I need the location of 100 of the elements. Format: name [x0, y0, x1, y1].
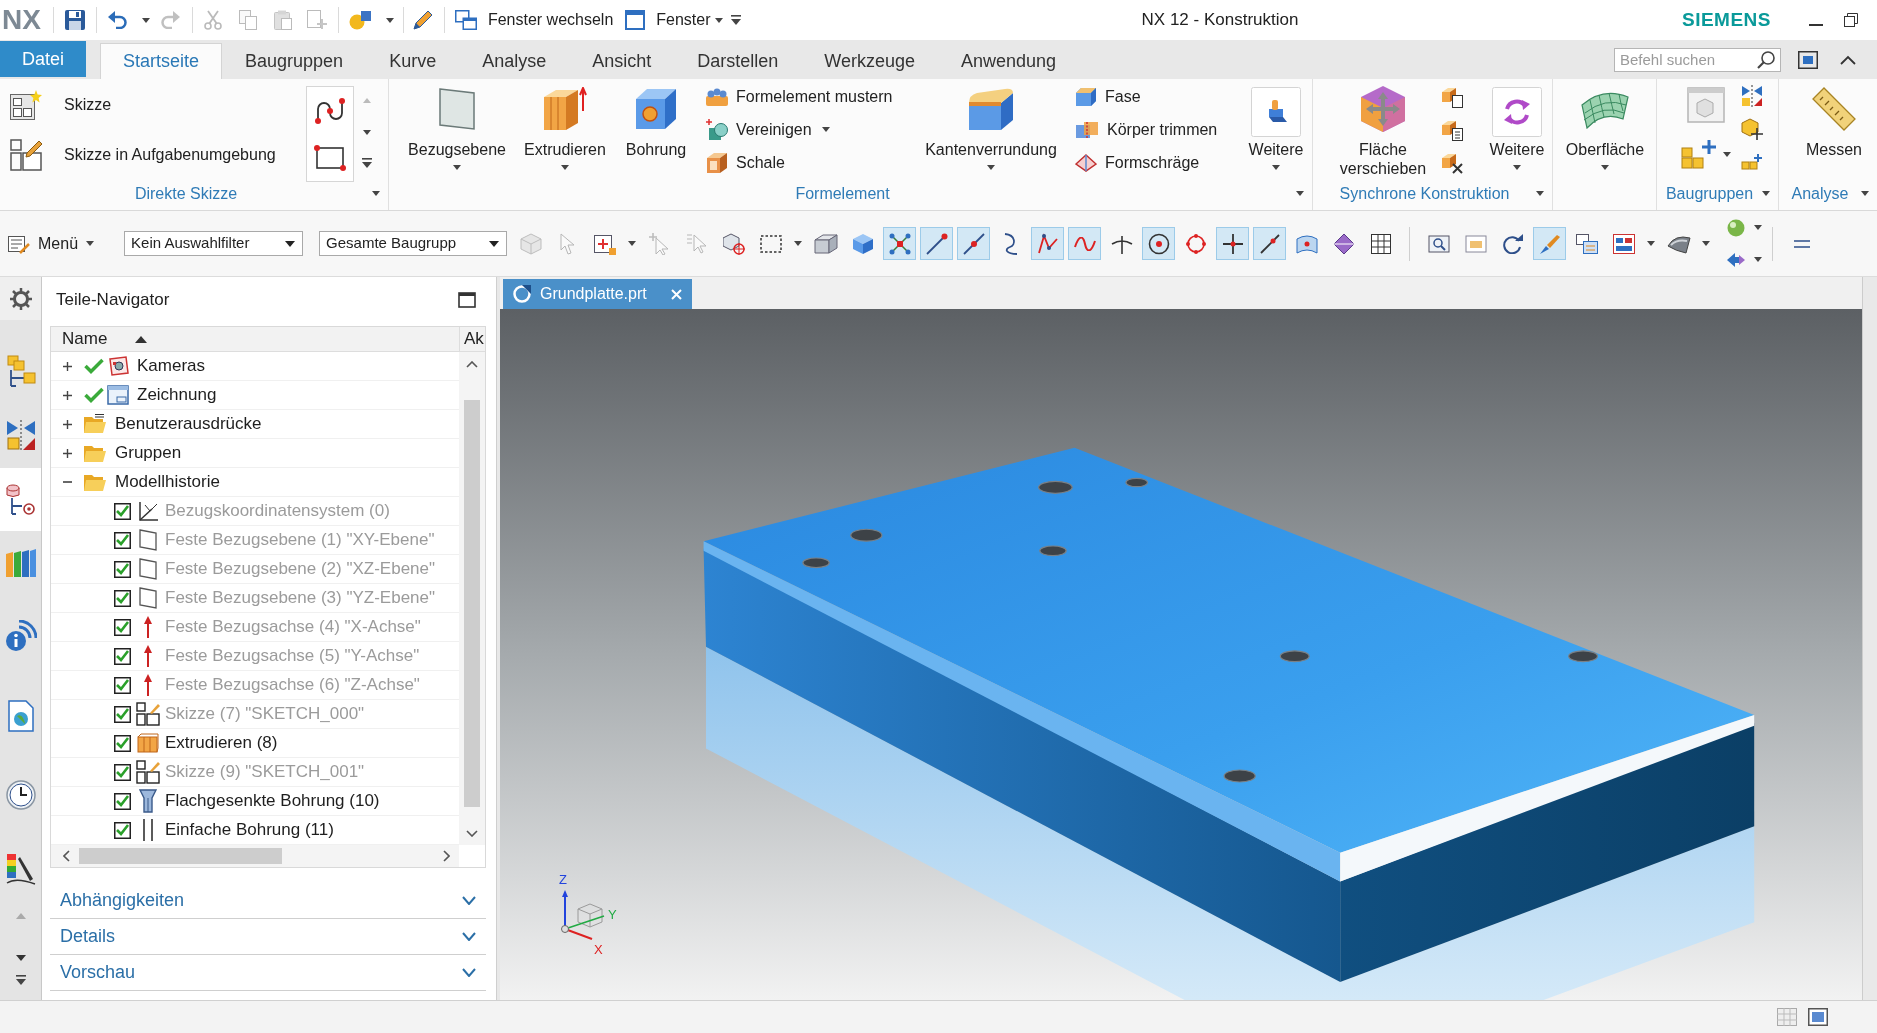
hexagon-plus-icon[interactable]	[1741, 117, 1763, 140]
ribbon-tab[interactable]: Baugruppen	[222, 43, 367, 79]
ribbon-command[interactable]: Körper trimmen	[1075, 117, 1218, 142]
chevron-up-icon[interactable]	[1840, 54, 1856, 65]
checkbox[interactable]	[114, 531, 131, 549]
shapes-icon[interactable]	[348, 10, 371, 30]
checkbox[interactable]	[114, 676, 131, 694]
expand-icon[interactable]	[62, 448, 72, 458]
checkbox[interactable]	[114, 792, 131, 810]
caret-icon[interactable]	[821, 127, 830, 132]
tree-node-label[interactable]: Benutzerausdrücke	[115, 411, 262, 437]
cube-page-icon[interactable]	[1441, 118, 1463, 141]
ribbon-command[interactable]: Skizze in Aufgabenumgebung	[10, 139, 276, 171]
graphics-viewport[interactable]: Z Y X	[500, 309, 1862, 1000]
ribbon-command[interactable]: Formschräge	[1075, 150, 1200, 175]
customize-caret-icon[interactable]	[730, 15, 741, 25]
window-menu-button[interactable]: Fenster	[625, 6, 711, 34]
ribbon-tab[interactable]: Analyse	[459, 43, 570, 79]
tree-node-label[interactable]: Flachgesenkte Bohrung (10)	[165, 788, 380, 814]
caret-icon[interactable]	[1861, 190, 1869, 196]
gear-icon[interactable]	[9, 287, 32, 310]
ribbon-command[interactable]: Formelement mustern	[706, 84, 893, 109]
cubes-plus-icon[interactable]	[1681, 139, 1717, 169]
maximize-icon[interactable]	[458, 291, 476, 308]
section-header[interactable]: Abhängigkeiten	[50, 883, 486, 919]
scrollbar-thumb[interactable]	[79, 848, 282, 864]
ribbon-tab[interactable]: Werkzeuge	[801, 43, 938, 79]
caret-icon[interactable]	[1647, 241, 1656, 246]
menu-button[interactable]: Menü	[8, 228, 79, 259]
chevron-down-icon[interactable]	[466, 830, 478, 837]
tool-button[interactable]	[1031, 227, 1065, 260]
filter-dropdown[interactable]: Kein Auswahlfilter	[124, 231, 304, 256]
column-header[interactable]: Name	[51, 327, 459, 352]
caret-icon[interactable]	[1723, 151, 1731, 157]
checkbox[interactable]	[114, 734, 131, 752]
command-search-field[interactable]: Befehl suchen	[1614, 47, 1781, 72]
filter-dropdown[interactable]: Gesamte Baugrupp	[319, 231, 508, 256]
file-tab[interactable]: Datei	[0, 41, 86, 77]
checkbox[interactable]	[114, 618, 131, 636]
caret-icon[interactable]	[1754, 257, 1763, 262]
window-options-icon[interactable]	[1798, 50, 1818, 69]
check-icon[interactable]	[84, 387, 104, 403]
checkbox[interactable]	[114, 821, 131, 839]
close-icon[interactable]	[671, 288, 682, 300]
ribbon-tab[interactable]: Ansicht	[569, 43, 675, 79]
scroll-down-icon[interactable]	[363, 130, 371, 135]
checkbox[interactable]	[114, 560, 131, 578]
ribbon-command[interactable]: Vereinigen	[706, 117, 812, 142]
small-cubes-plus-icon[interactable]	[1741, 152, 1763, 171]
checkbox[interactable]	[114, 763, 131, 781]
caret-icon[interactable]	[1601, 165, 1609, 170]
tool-button[interactable]	[1216, 227, 1250, 260]
cube-cross-icon[interactable]	[1441, 151, 1463, 174]
expand-icon[interactable]	[62, 419, 72, 429]
expand-icon[interactable]	[62, 390, 72, 400]
caret-icon[interactable]	[628, 241, 637, 246]
column-header[interactable]: Ak	[459, 327, 485, 352]
ribbon-command[interactable]: Kantenverrundung	[916, 79, 1066, 170]
caret-icon[interactable]	[1513, 165, 1521, 170]
curve-points-icon[interactable]	[314, 97, 346, 125]
caret-icon[interactable]	[1702, 241, 1711, 246]
customize-caret-icon[interactable]	[362, 158, 372, 168]
mirror-icon[interactable]	[1741, 84, 1763, 107]
scroll-down-icon[interactable]	[15, 955, 26, 961]
tool-button[interactable]	[1253, 227, 1287, 260]
checkbox[interactable]	[114, 647, 131, 665]
ribbon-command[interactable]: Bohrung	[618, 79, 694, 159]
ribbon-tab[interactable]: Kurve	[366, 43, 460, 79]
window-frame-icon[interactable]	[1808, 1008, 1828, 1026]
checkbox[interactable]	[114, 705, 131, 723]
window-menu-button[interactable]: Fenster wechseln	[454, 6, 614, 34]
minimize-icon[interactable]	[1809, 24, 1824, 26]
section-header[interactable]: Details	[50, 919, 486, 955]
caret-icon[interactable]	[86, 241, 95, 246]
caret-icon[interactable]	[794, 241, 803, 246]
ribbon-command[interactable]: Oberfläche	[1557, 79, 1653, 170]
rectangle-points-icon[interactable]	[314, 145, 346, 171]
ribbon-command[interactable]: Extrudieren	[518, 79, 612, 170]
restore-icon[interactable]	[1844, 13, 1859, 27]
caret-icon[interactable]	[453, 165, 461, 170]
ribbon-tab[interactable]: Anwendung	[938, 43, 1080, 79]
ribbon-command[interactable]: Schale	[706, 150, 785, 175]
navigator-tab[interactable]	[0, 468, 41, 531]
checkbox[interactable]	[114, 589, 131, 607]
ribbon-command[interactable]: Bezugsebene	[404, 79, 510, 170]
tree-node-label[interactable]: Modellhistorie	[115, 469, 220, 495]
tree-node-label[interactable]: Gruppen	[115, 440, 182, 466]
chevron-right-icon[interactable]	[443, 850, 450, 862]
save-icon[interactable]	[64, 10, 85, 30]
tool-button[interactable]	[1142, 227, 1176, 260]
ribbon-command[interactable]: Skizze	[10, 90, 112, 120]
caret-icon[interactable]	[1272, 165, 1280, 170]
cube-copy-icon[interactable]	[1441, 85, 1463, 108]
ribbon-tab[interactable]: Startseite	[100, 43, 223, 79]
ribbon-tab[interactable]: Darstellen	[674, 43, 802, 79]
caret-icon[interactable]	[141, 17, 150, 23]
chevron-left-icon[interactable]	[63, 850, 70, 862]
caret-icon[interactable]	[1296, 190, 1304, 196]
section-header[interactable]: Vorschau	[50, 955, 486, 991]
checkbox[interactable]	[114, 502, 131, 520]
